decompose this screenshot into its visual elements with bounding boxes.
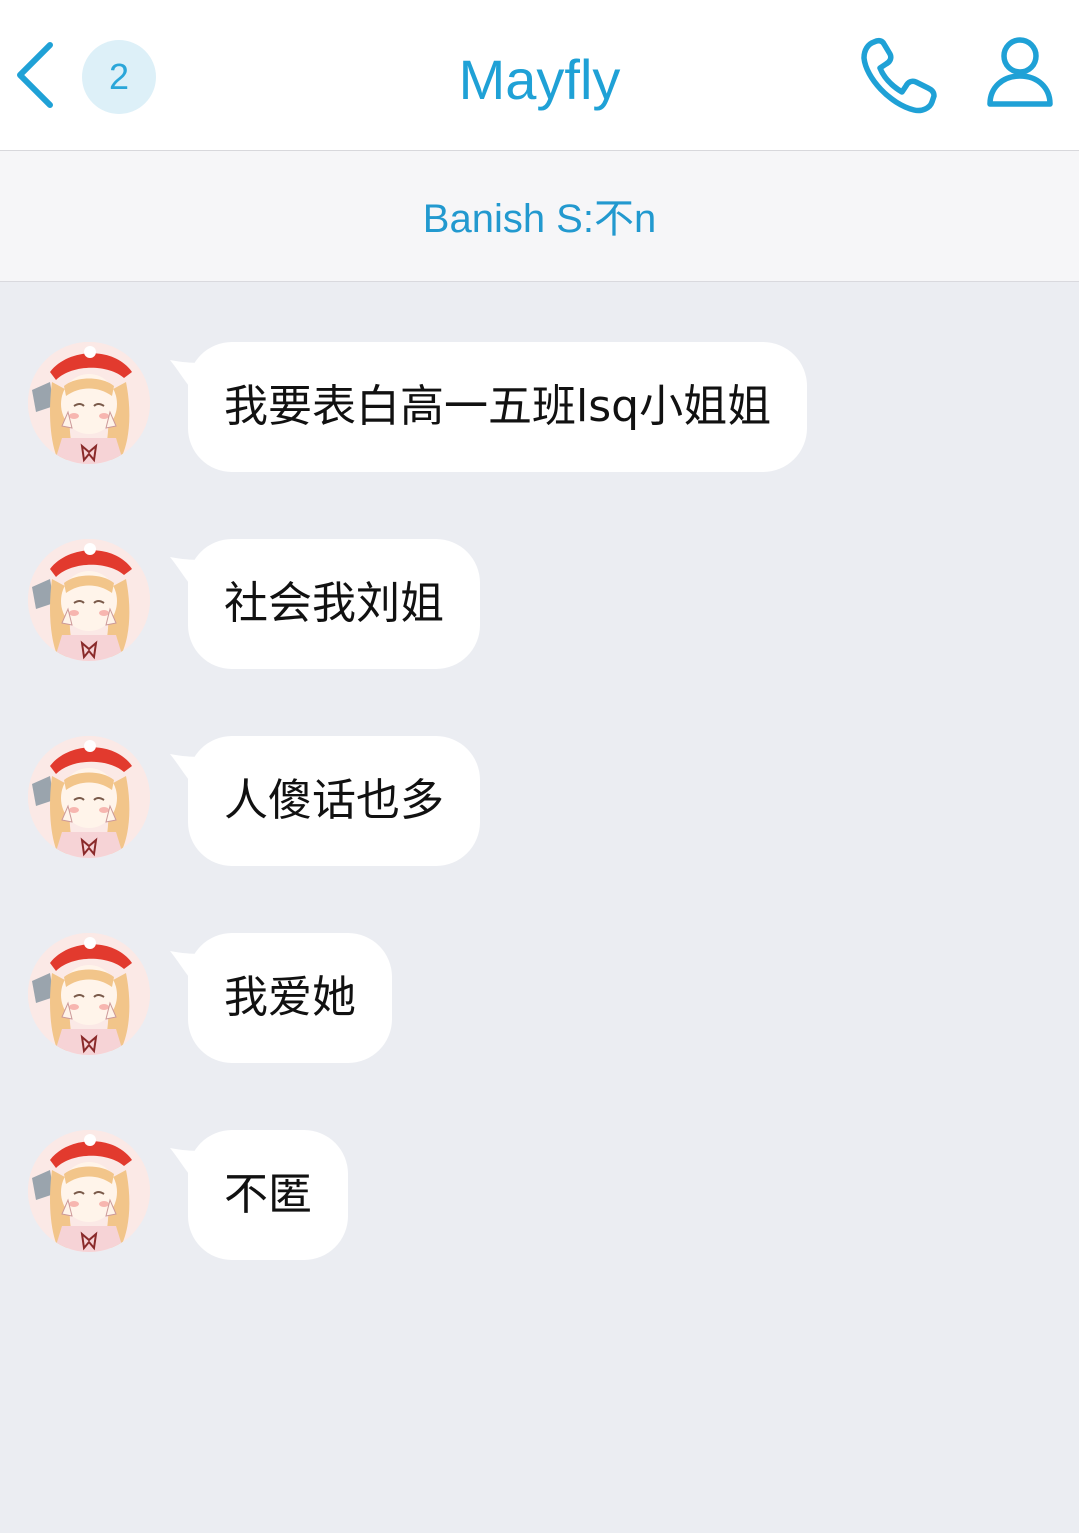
message-bubble[interactable]: 人傻话也多 — [188, 736, 480, 866]
message-bubble[interactable]: 不匿 — [188, 1130, 348, 1260]
bubble-tail — [170, 1148, 210, 1180]
person-icon — [987, 37, 1053, 107]
chat-header: 2 Mayfly — [0, 0, 1079, 151]
message-text: 社会我刘姐 — [224, 578, 444, 629]
avatar-image — [28, 1130, 150, 1252]
message-row: 我爱她 — [0, 931, 1079, 1071]
sender-avatar[interactable] — [28, 1130, 150, 1252]
message-row: 不匿 — [0, 1128, 1079, 1268]
message-row: 人傻话也多 — [0, 734, 1079, 874]
sender-avatar[interactable] — [28, 539, 150, 661]
avatar-image — [28, 933, 150, 1055]
bubble-tail — [170, 360, 210, 392]
phone-icon — [861, 37, 937, 114]
profile-button[interactable] — [982, 34, 1058, 110]
avatar-image — [28, 342, 150, 464]
avatar-image — [28, 736, 150, 858]
group-notice-text: Banish S:不n — [422, 197, 657, 241]
back-button[interactable] — [10, 35, 66, 115]
sender-avatar[interactable] — [28, 342, 150, 464]
avatar-image — [28, 539, 150, 661]
call-button[interactable] — [856, 34, 940, 118]
chevron-left-icon — [17, 42, 53, 108]
sender-avatar[interactable] — [28, 736, 150, 858]
message-text: 人傻话也多 — [224, 775, 444, 826]
chat-title: Mayfly — [458, 48, 621, 111]
message-bubble[interactable]: 社会我刘姐 — [188, 539, 480, 669]
bubble-tail — [170, 754, 210, 786]
message-bubble[interactable]: 我爱她 — [188, 933, 392, 1063]
message-text: 我要表白高一五班lsq小姐姐 — [224, 381, 772, 432]
bubble-tail — [170, 951, 210, 983]
bubble-tail — [170, 557, 210, 589]
group-notice-bar[interactable]: Banish S:不n — [0, 151, 1079, 282]
sender-avatar[interactable] — [28, 933, 150, 1055]
message-row: 我要表白高一五班lsq小姐姐 — [0, 340, 1079, 480]
unread-count-badge[interactable]: 2 — [82, 40, 156, 114]
message-row: 社会我刘姐 — [0, 537, 1079, 677]
message-bubble[interactable]: 我要表白高一五班lsq小姐姐 — [188, 342, 808, 472]
message-text: 不匿 — [224, 1169, 312, 1220]
message-text: 我爱她 — [224, 972, 356, 1023]
